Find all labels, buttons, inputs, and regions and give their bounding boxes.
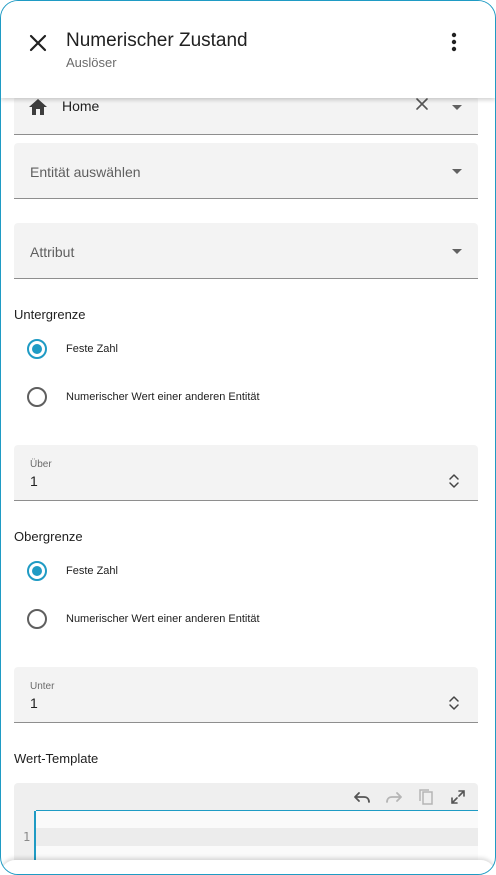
radio-label: Numerischer Wert einer anderen Entität (66, 613, 260, 625)
upper-radio-entity[interactable]: Numerischer Wert einer anderen Entität (27, 608, 260, 630)
attribute-placeholder: Attribut (30, 244, 75, 260)
chevron-down-icon[interactable] (452, 169, 462, 174)
undo-icon[interactable] (352, 787, 372, 807)
radio-label: Numerischer Wert einer anderen Entität (66, 391, 260, 403)
dialog-subtitle: Auslöser (66, 55, 117, 70)
lower-radio-fixed[interactable]: Feste Zahl (27, 338, 118, 360)
above-label: Über (30, 459, 52, 470)
radio-unchecked[interactable] (27, 609, 47, 629)
active-code-line[interactable] (36, 828, 478, 846)
home-icon (28, 98, 48, 121)
value-template-label: Wert-Template (14, 751, 99, 766)
editor-focus-bar (34, 811, 36, 863)
code-editor[interactable]: 1 (14, 783, 478, 863)
more-vertical-icon[interactable] (441, 28, 467, 56)
chevron-down-icon[interactable] (452, 105, 462, 110)
dialog-bottom-edge (1, 860, 495, 874)
dialog-title: Numerischer Zustand (66, 30, 248, 51)
entity-placeholder: Entität auswählen (30, 164, 141, 180)
lower-radio-entity[interactable]: Numerischer Wert einer anderen Entität (27, 386, 260, 408)
close-icon[interactable] (23, 28, 53, 58)
clear-icon[interactable] (414, 96, 430, 117)
below-value[interactable]: 1 (30, 695, 38, 711)
below-number-input[interactable]: Unter 1 (14, 667, 478, 723)
radio-label: Feste Zahl (66, 565, 118, 577)
upper-bound-label: Obergrenze (14, 529, 83, 544)
radio-label: Feste Zahl (66, 343, 118, 355)
dialog: Numerischer Zustand Auslöser Home Entitä… (0, 0, 496, 875)
stepper-icon[interactable] (447, 472, 461, 490)
lower-bound-label: Untergrenze (14, 307, 86, 322)
area-picker[interactable]: Home (14, 96, 478, 135)
copy-icon[interactable] (416, 787, 436, 807)
radio-checked[interactable] (27, 561, 47, 581)
editor-toolbar (352, 783, 478, 811)
fullscreen-icon[interactable] (448, 787, 468, 807)
upper-radio-fixed[interactable]: Feste Zahl (27, 560, 118, 582)
area-value: Home (62, 98, 100, 114)
line-number: 1 (23, 830, 31, 844)
above-value[interactable]: 1 (30, 473, 38, 489)
attribute-picker[interactable]: Attribut (14, 223, 478, 279)
chevron-down-icon[interactable] (452, 249, 462, 254)
radio-checked[interactable] (27, 339, 47, 359)
entity-picker[interactable]: Entität auswählen (14, 143, 478, 199)
above-number-input[interactable]: Über 1 (14, 445, 478, 501)
redo-icon[interactable] (384, 787, 404, 807)
dialog-header: Numerischer Zustand Auslöser (1, 1, 495, 98)
radio-unchecked[interactable] (27, 387, 47, 407)
below-label: Unter (30, 681, 55, 692)
stepper-icon[interactable] (447, 694, 461, 712)
code-content[interactable] (36, 810, 478, 863)
